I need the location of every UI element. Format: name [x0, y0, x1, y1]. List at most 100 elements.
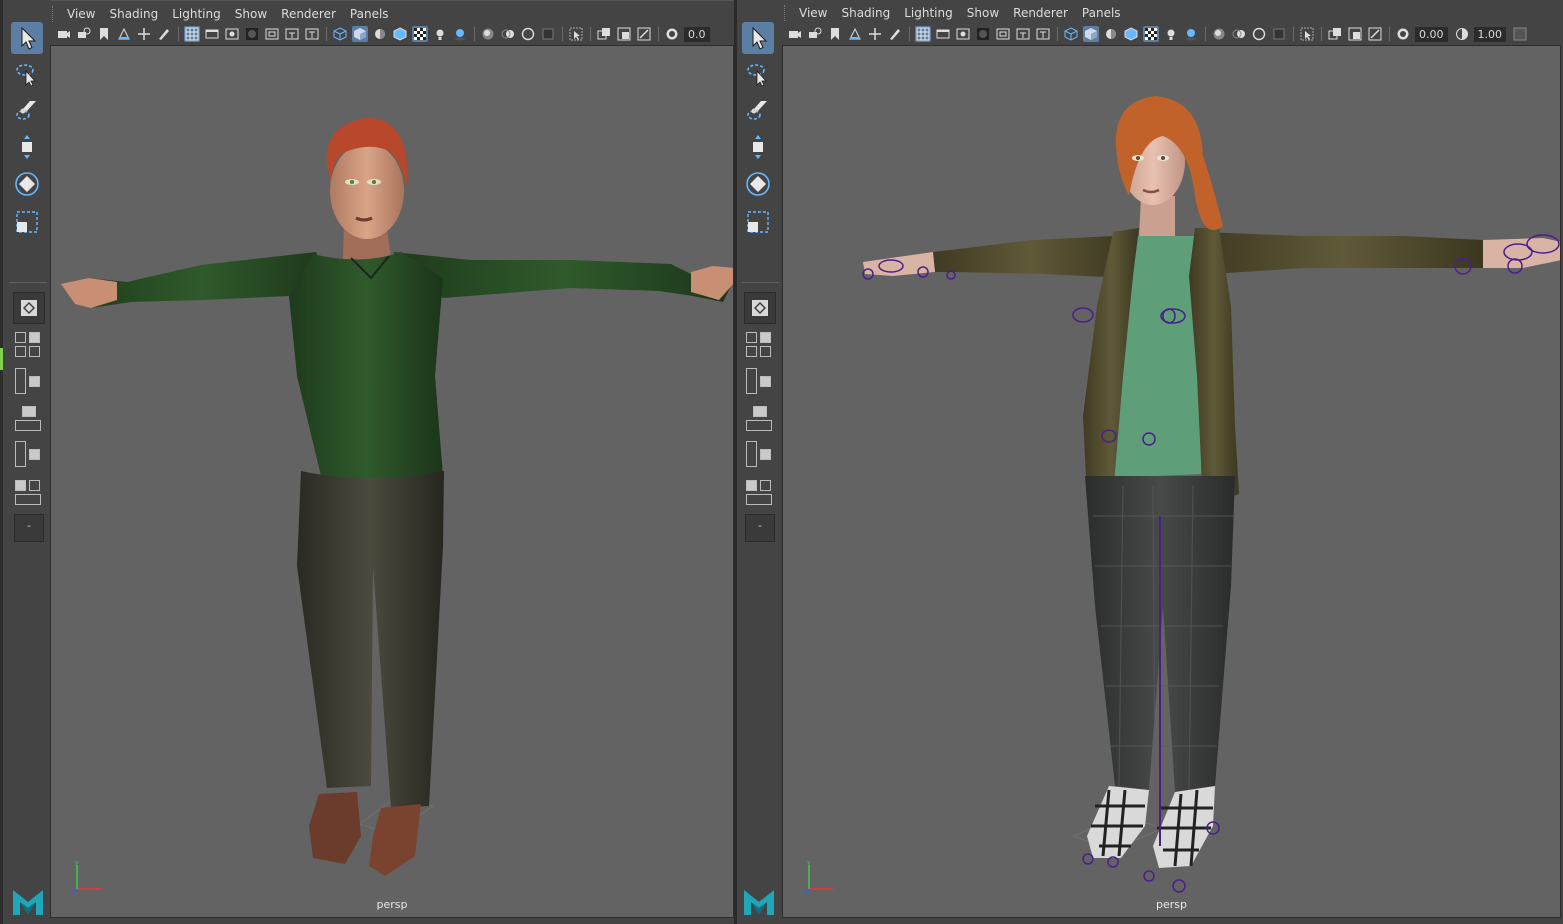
lights-icon[interactable]: [432, 26, 448, 42]
smooth-shade-icon[interactable]: [1083, 26, 1099, 42]
gate-mask-icon[interactable]: [244, 26, 260, 42]
image-plane-icon[interactable]: [847, 26, 863, 42]
viewport-right[interactable]: y persp: [782, 45, 1561, 918]
safe-action-icon[interactable]: [1015, 26, 1031, 42]
hypershade-layout-icon[interactable]: [744, 441, 774, 469]
menu-panels[interactable]: Panels: [344, 7, 397, 21]
color-management-icon[interactable]: [1512, 26, 1528, 42]
grid-icon[interactable]: [184, 26, 200, 42]
grease-pencil-icon[interactable]: [887, 26, 903, 42]
menu-panels[interactable]: Panels: [1076, 6, 1129, 20]
uv-editor-layout-icon[interactable]: [744, 478, 774, 506]
rotate-tool-icon[interactable]: [11, 168, 43, 200]
2d-pan-zoom-icon[interactable]: [867, 26, 883, 42]
lasso-tool-icon[interactable]: [742, 58, 774, 90]
grid-icon[interactable]: [915, 26, 931, 42]
isolate-select-icon[interactable]: [1299, 26, 1315, 42]
resolution-gate-icon[interactable]: [224, 26, 240, 42]
smooth-shade-icon[interactable]: [352, 26, 368, 42]
uv-editor-layout-icon[interactable]: [13, 478, 43, 506]
outliner-layout-icon[interactable]: [13, 368, 43, 396]
wireframe-icon[interactable]: [1063, 26, 1079, 42]
camera-attributes-icon[interactable]: [76, 26, 92, 42]
camera-select-icon[interactable]: [56, 26, 72, 42]
bookmark-icon[interactable]: [96, 26, 112, 42]
gamma-icon[interactable]: [1454, 26, 1470, 42]
xray-active-components-icon[interactable]: [636, 26, 652, 42]
depth-of-field-icon[interactable]: [1271, 26, 1287, 42]
outliner-layout-icon[interactable]: [744, 368, 774, 396]
isolate-select-icon[interactable]: [568, 26, 584, 42]
screen-space-ao-icon[interactable]: [480, 26, 496, 42]
select-tool-icon[interactable]: [11, 22, 43, 54]
gamma-field[interactable]: 1.00: [1473, 26, 1506, 42]
field-chart-icon[interactable]: [264, 26, 280, 42]
camera-attributes-icon[interactable]: [807, 26, 823, 42]
select-tool-icon[interactable]: [742, 22, 774, 54]
lights-icon[interactable]: [1163, 26, 1179, 42]
safe-title-icon[interactable]: [304, 26, 320, 42]
paint-select-tool-icon[interactable]: [11, 94, 43, 126]
menu-shading[interactable]: Shading: [103, 7, 166, 21]
move-tool-icon[interactable]: [742, 131, 774, 163]
menu-renderer[interactable]: Renderer: [1007, 6, 1076, 20]
film-gate-icon[interactable]: [935, 26, 951, 42]
scale-tool-icon[interactable]: [742, 206, 774, 238]
depth-of-field-icon[interactable]: [540, 26, 556, 42]
menu-view[interactable]: View: [61, 7, 103, 21]
xray-icon[interactable]: [1327, 26, 1343, 42]
shadows-icon[interactable]: [1183, 26, 1199, 42]
wireframe-on-shaded-icon[interactable]: [1123, 26, 1139, 42]
menu-renderer[interactable]: Renderer: [275, 7, 344, 21]
four-view-layout-icon[interactable]: [744, 330, 774, 358]
bookmark-icon[interactable]: [827, 26, 843, 42]
motion-blur-icon[interactable]: [500, 26, 516, 42]
wireframe-icon[interactable]: [332, 26, 348, 42]
grease-pencil-icon[interactable]: [156, 26, 172, 42]
2d-pan-zoom-icon[interactable]: [136, 26, 152, 42]
menu-show[interactable]: Show: [961, 6, 1007, 20]
graph-editor-layout-icon[interactable]: [13, 404, 43, 432]
menubar-grip[interactable]: [52, 6, 57, 22]
textured-icon[interactable]: [412, 26, 428, 42]
field-chart-icon[interactable]: [995, 26, 1011, 42]
collapse-toolbox-button[interactable]: -: [745, 514, 775, 542]
resolution-gate-icon[interactable]: [955, 26, 971, 42]
paint-select-tool-icon[interactable]: [742, 94, 774, 126]
xray-joints-icon[interactable]: [1347, 26, 1363, 42]
anti-aliasing-icon[interactable]: [1251, 26, 1267, 42]
single-perspective-layout-icon[interactable]: [744, 292, 776, 324]
menubar-grip[interactable]: [784, 5, 789, 21]
scale-tool-icon[interactable]: [11, 206, 43, 238]
xray-joints-icon[interactable]: [616, 26, 632, 42]
menu-show[interactable]: Show: [229, 7, 275, 21]
shadows-icon[interactable]: [452, 26, 468, 42]
lasso-tool-icon[interactable]: [11, 58, 43, 90]
safe-title-icon[interactable]: [1035, 26, 1051, 42]
image-plane-icon[interactable]: [116, 26, 132, 42]
safe-action-icon[interactable]: [284, 26, 300, 42]
viewport-left[interactable]: y persp: [50, 45, 734, 918]
menu-lighting[interactable]: Lighting: [166, 7, 229, 21]
camera-select-icon[interactable]: [787, 26, 803, 42]
single-perspective-layout-icon[interactable]: [13, 292, 45, 324]
film-gate-icon[interactable]: [204, 26, 220, 42]
xray-icon[interactable]: [596, 26, 612, 42]
collapse-toolbox-button[interactable]: -: [14, 514, 44, 542]
menu-lighting[interactable]: Lighting: [898, 6, 961, 20]
exposure-field[interactable]: 0.0: [684, 26, 710, 42]
rotate-tool-icon[interactable]: [742, 168, 774, 200]
textured-icon[interactable]: [1143, 26, 1159, 42]
default-material-icon[interactable]: [1103, 26, 1119, 42]
menu-shading[interactable]: Shading: [835, 6, 898, 20]
graph-editor-layout-icon[interactable]: [744, 404, 774, 432]
xray-active-components-icon[interactable]: [1367, 26, 1383, 42]
hypershade-layout-icon[interactable]: [13, 441, 43, 469]
exposure-icon[interactable]: [1395, 26, 1411, 42]
wireframe-on-shaded-icon[interactable]: [392, 26, 408, 42]
gate-mask-icon[interactable]: [975, 26, 991, 42]
move-tool-icon[interactable]: [11, 131, 43, 163]
anti-aliasing-icon[interactable]: [520, 26, 536, 42]
default-material-icon[interactable]: [372, 26, 388, 42]
exposure-field[interactable]: 0.00: [1415, 26, 1448, 42]
